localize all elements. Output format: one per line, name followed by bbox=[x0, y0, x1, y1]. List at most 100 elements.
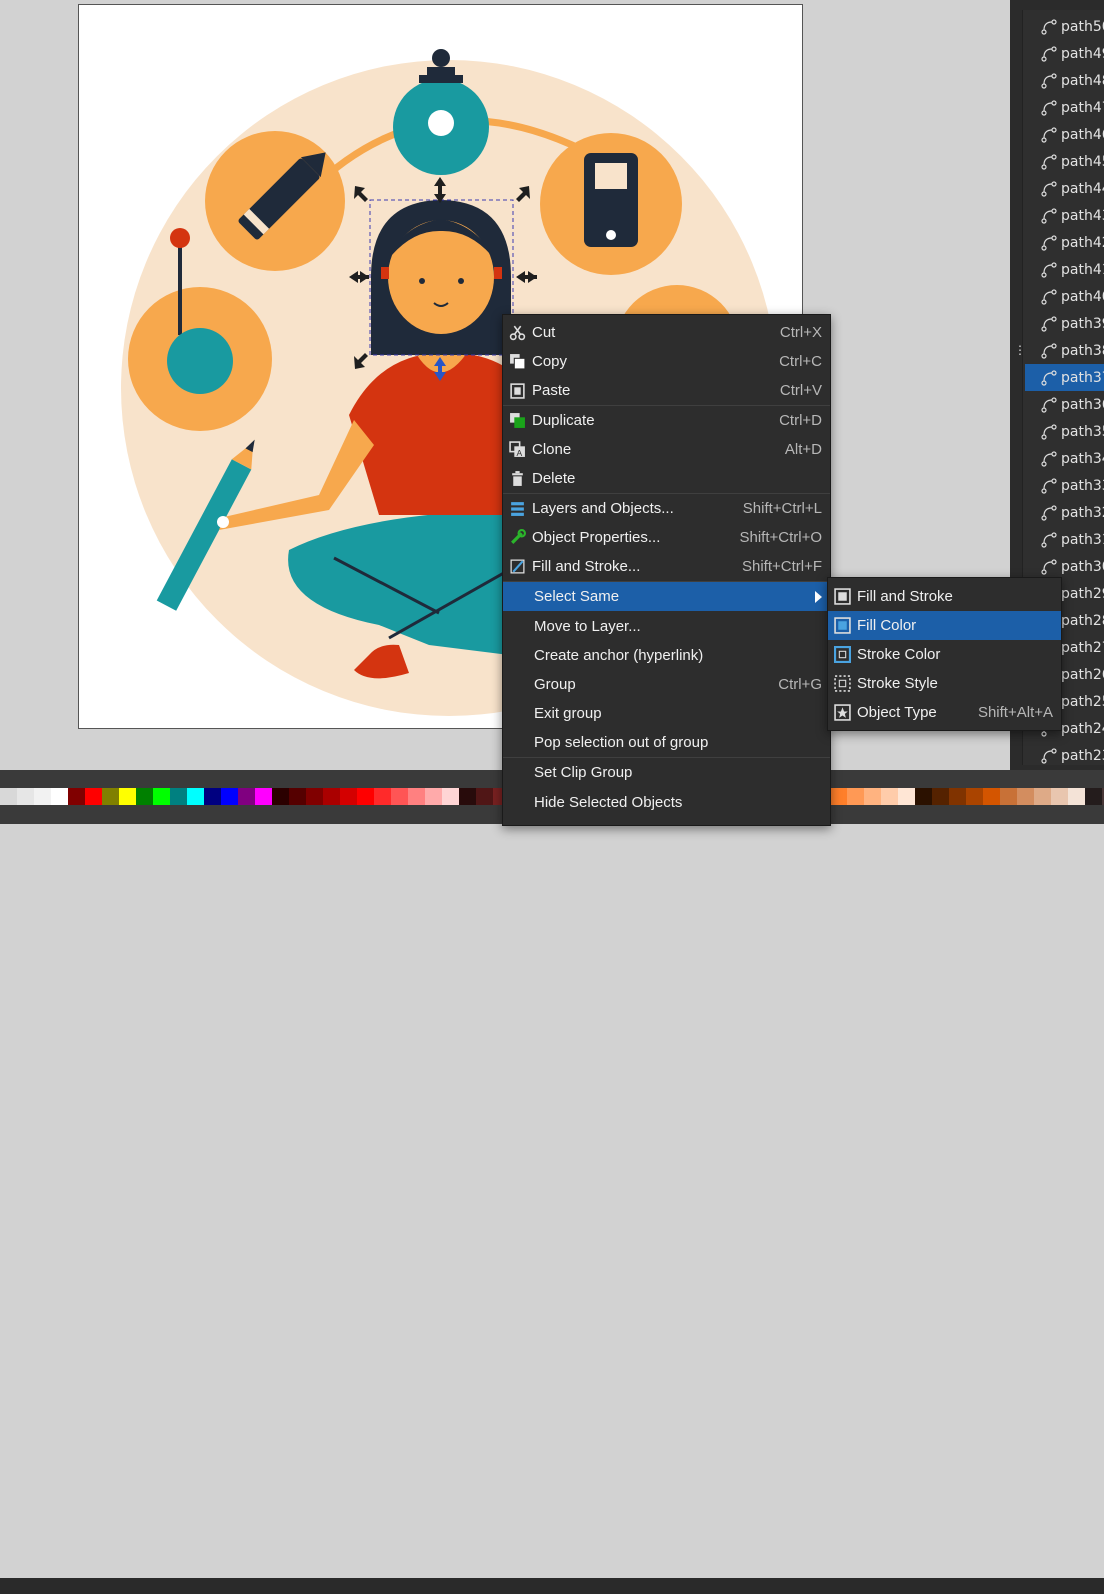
object-row[interactable]: path32 bbox=[1025, 499, 1104, 526]
palette-swatch[interactable] bbox=[1068, 788, 1085, 805]
object-row[interactable]: path36 bbox=[1025, 391, 1104, 418]
menu-item-pop-selection[interactable]: Pop selection out of group bbox=[503, 728, 830, 757]
menu-item-delete[interactable]: Delete bbox=[503, 464, 830, 493]
palette-swatch[interactable] bbox=[0, 788, 17, 805]
palette-swatches-left[interactable] bbox=[0, 788, 510, 805]
menu-item-set-clip-group[interactable]: Set Clip Group bbox=[503, 758, 830, 787]
menu-item-layers-and-objects[interactable]: Layers and Objects... Shift+Ctrl+L bbox=[503, 494, 830, 523]
submenu-fill-and-stroke-label: Fill and Stroke bbox=[857, 588, 953, 605]
palette-swatch[interactable] bbox=[238, 788, 255, 805]
palette-swatch[interactable] bbox=[221, 788, 238, 805]
object-row[interactable]: path48 bbox=[1025, 67, 1104, 94]
menu-item-group[interactable]: Group Ctrl+G bbox=[503, 670, 830, 699]
object-row[interactable]: path34 bbox=[1025, 445, 1104, 472]
palette-swatch[interactable] bbox=[847, 788, 864, 805]
object-row-label: path25 bbox=[1061, 693, 1104, 710]
palette-swatch[interactable] bbox=[289, 788, 306, 805]
submenu-item-stroke-style[interactable]: Stroke Style bbox=[828, 669, 1061, 698]
palette-swatch[interactable] bbox=[17, 788, 34, 805]
palette-swatch[interactable] bbox=[136, 788, 153, 805]
object-row[interactable]: path42 bbox=[1025, 229, 1104, 256]
palette-swatch[interactable] bbox=[425, 788, 442, 805]
palette-swatch[interactable] bbox=[102, 788, 119, 805]
palette-swatch[interactable] bbox=[442, 788, 459, 805]
object-row-label: path35 bbox=[1061, 423, 1104, 440]
palette-swatch[interactable] bbox=[187, 788, 204, 805]
submenu-item-fill-and-stroke[interactable]: Fill and Stroke bbox=[828, 582, 1061, 611]
object-row[interactable]: path37 bbox=[1025, 364, 1104, 391]
palette-swatch[interactable] bbox=[204, 788, 221, 805]
object-row[interactable]: path50 bbox=[1025, 13, 1104, 40]
palette-swatch[interactable] bbox=[459, 788, 476, 805]
menu-item-fill-and-stroke[interactable]: Fill and Stroke... Shift+Ctrl+F bbox=[503, 552, 830, 581]
object-row[interactable]: path41 bbox=[1025, 256, 1104, 283]
object-row[interactable]: path38 bbox=[1025, 337, 1104, 364]
palette-swatch[interactable] bbox=[881, 788, 898, 805]
menu-item-exit-group[interactable]: Exit group bbox=[503, 699, 830, 728]
palette-swatch[interactable] bbox=[374, 788, 391, 805]
palette-swatch[interactable] bbox=[949, 788, 966, 805]
palette-swatch[interactable] bbox=[898, 788, 915, 805]
palette-swatch[interactable] bbox=[391, 788, 408, 805]
palette-swatch[interactable] bbox=[272, 788, 289, 805]
palette-swatch[interactable] bbox=[68, 788, 85, 805]
menu-item-copy[interactable]: Copy Ctrl+C bbox=[503, 347, 830, 376]
scissors-icon bbox=[509, 325, 526, 341]
object-row[interactable]: path49 bbox=[1025, 40, 1104, 67]
object-row[interactable]: path43 bbox=[1025, 202, 1104, 229]
fill-and-stroke-label: Fill and Stroke... bbox=[532, 558, 641, 575]
palette-swatch[interactable] bbox=[1051, 788, 1068, 805]
palette-swatch[interactable] bbox=[306, 788, 323, 805]
palette-swatch[interactable] bbox=[51, 788, 68, 805]
object-row[interactable]: path39 bbox=[1025, 310, 1104, 337]
object-row[interactable]: path23 bbox=[1025, 742, 1104, 769]
palette-swatch[interactable] bbox=[85, 788, 102, 805]
object-row[interactable]: path40 bbox=[1025, 283, 1104, 310]
palette-swatch[interactable] bbox=[932, 788, 949, 805]
menu-item-duplicate[interactable]: Duplicate Ctrl+D bbox=[503, 406, 830, 435]
palette-swatches-right[interactable] bbox=[830, 788, 1104, 805]
palette-swatch[interactable] bbox=[830, 788, 847, 805]
object-row[interactable]: path33 bbox=[1025, 472, 1104, 499]
palette-swatch[interactable] bbox=[170, 788, 187, 805]
palette-swatch[interactable] bbox=[476, 788, 493, 805]
submenu-item-fill-color[interactable]: Fill Color bbox=[828, 611, 1061, 640]
menu-item-clone[interactable]: A Clone Alt+D bbox=[503, 435, 830, 464]
palette-swatch[interactable] bbox=[1085, 788, 1102, 805]
palette-swatch[interactable] bbox=[1000, 788, 1017, 805]
object-row[interactable]: path31 bbox=[1025, 526, 1104, 553]
menu-item-hide-selected[interactable]: Hide Selected Objects bbox=[503, 788, 830, 817]
palette-swatch[interactable] bbox=[119, 788, 136, 805]
submenu-item-stroke-color[interactable]: Stroke Color bbox=[828, 640, 1061, 669]
palette-swatch[interactable] bbox=[323, 788, 340, 805]
object-row[interactable]: path47 bbox=[1025, 94, 1104, 121]
object-row[interactable]: path45 bbox=[1025, 148, 1104, 175]
palette-swatch[interactable] bbox=[1017, 788, 1034, 805]
palette-swatch[interactable] bbox=[915, 788, 932, 805]
object-row-label: path47 bbox=[1061, 99, 1104, 116]
menu-item-paste[interactable]: Paste Ctrl+V bbox=[503, 376, 830, 405]
palette-swatch[interactable] bbox=[34, 788, 51, 805]
palette-swatch[interactable] bbox=[983, 788, 1000, 805]
palette-swatch[interactable] bbox=[408, 788, 425, 805]
palette-swatch[interactable] bbox=[357, 788, 374, 805]
object-row[interactable]: path44 bbox=[1025, 175, 1104, 202]
path-node-icon bbox=[1041, 423, 1057, 440]
palette-swatch[interactable] bbox=[966, 788, 983, 805]
object-row[interactable]: path35 bbox=[1025, 418, 1104, 445]
menu-item-select-same[interactable]: Select Same bbox=[503, 582, 830, 611]
palette-swatch[interactable] bbox=[864, 788, 881, 805]
palette-swatch[interactable] bbox=[255, 788, 272, 805]
object-row[interactable]: path30 bbox=[1025, 553, 1104, 580]
submenu-item-object-type[interactable]: Object Type Shift+Alt+A bbox=[828, 698, 1061, 727]
palette-swatch[interactable] bbox=[340, 788, 357, 805]
dock-grip-handle[interactable]: ⋮ bbox=[1014, 343, 1026, 357]
menu-item-object-properties[interactable]: Object Properties... Shift+Ctrl+O bbox=[503, 523, 830, 552]
object-row[interactable]: path46 bbox=[1025, 121, 1104, 148]
object-row-label: path44 bbox=[1061, 180, 1104, 197]
menu-item-move-to-layer[interactable]: Move to Layer... bbox=[503, 612, 830, 641]
palette-swatch[interactable] bbox=[153, 788, 170, 805]
menu-item-create-anchor[interactable]: Create anchor (hyperlink) bbox=[503, 641, 830, 670]
palette-swatch[interactable] bbox=[1034, 788, 1051, 805]
menu-item-cut[interactable]: Cut Ctrl+X bbox=[503, 318, 830, 347]
